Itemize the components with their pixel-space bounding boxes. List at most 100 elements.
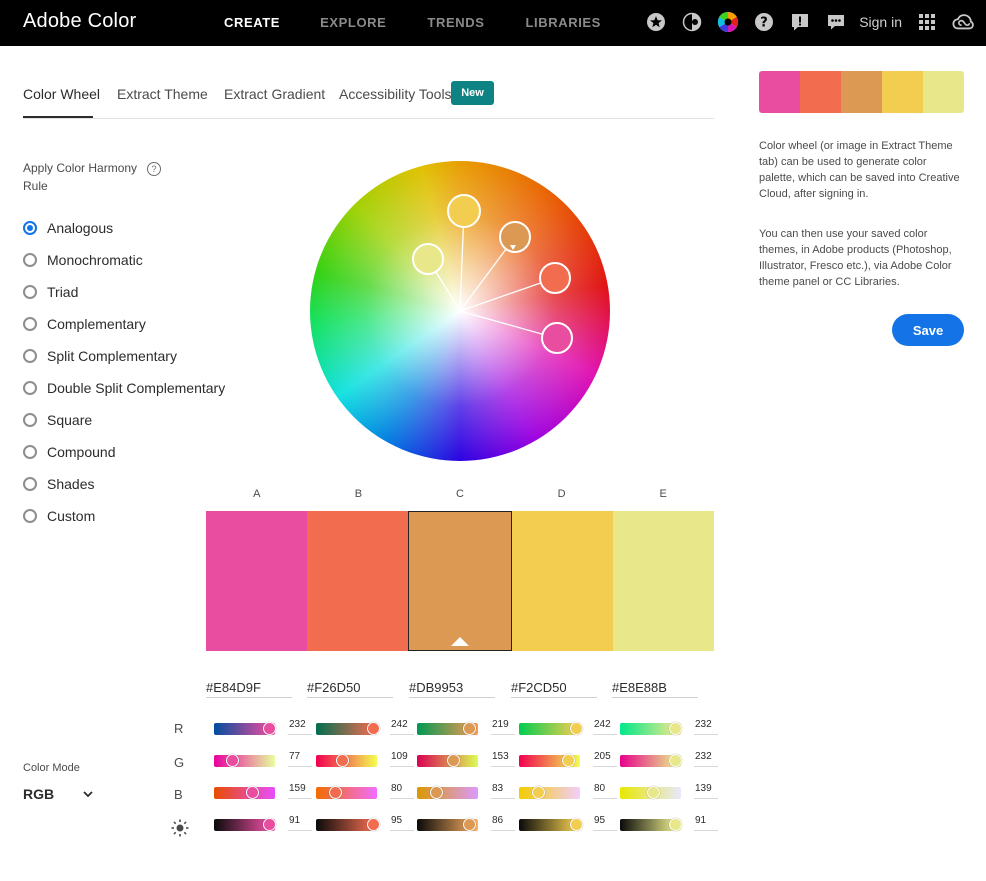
color-wheel-handles[interactable] [310,161,610,461]
tab-extract-gradient[interactable]: Extract Gradient [224,86,325,102]
tab-color-wheel[interactable]: Color Wheel [23,86,100,102]
slider-g-c[interactable] [417,754,478,767]
contrast-icon[interactable] [681,11,703,33]
slider-knob[interactable] [430,786,444,799]
color-wheel-icon[interactable] [717,11,739,33]
slider-knob[interactable] [462,818,476,831]
channel-value-input[interactable]: 219 [491,719,515,735]
sign-in-link[interactable]: Sign in [859,14,902,30]
slider-brightness-d[interactable] [519,818,584,831]
chevron-down-icon[interactable] [82,787,94,805]
channel-value-input[interactable]: 109 [390,751,414,767]
harmony-rule-square[interactable]: Square [23,404,225,436]
radio-button[interactable] [23,317,37,331]
slider-knob[interactable] [328,786,342,799]
channel-value-input[interactable]: 205 [593,751,617,767]
tab-extract-theme[interactable]: Extract Theme [117,86,208,102]
radio-button[interactable] [23,445,37,459]
radio-button[interactable] [23,285,37,299]
nav-create[interactable]: CREATE [224,15,280,30]
slider-knob[interactable] [225,754,239,767]
hex-input-d[interactable] [511,677,597,698]
tab-accessibility-tools[interactable]: Accessibility Tools [339,86,452,102]
channel-value-input[interactable]: 139 [694,783,718,799]
color-wheel[interactable] [310,161,610,461]
slider-g-e[interactable] [620,754,682,767]
star-icon[interactable] [645,11,667,33]
channel-value-input[interactable]: 83 [491,783,515,799]
channel-value-input[interactable]: 232 [694,719,718,735]
slider-brightness-a[interactable] [214,818,276,831]
apps-grid-icon[interactable] [916,11,938,33]
slider-brightness-c[interactable] [417,818,478,831]
channel-value-input[interactable]: 86 [491,815,515,831]
channel-value-input[interactable]: 242 [593,719,617,735]
channel-value-input[interactable]: 91 [694,815,718,831]
slider-knob[interactable] [447,754,461,767]
channel-value-input[interactable]: 153 [491,751,515,767]
slider-brightness-e[interactable] [620,818,682,831]
slider-knob[interactable] [335,754,349,767]
slider-knob[interactable] [570,818,584,831]
channel-value-input[interactable]: 159 [288,783,312,799]
brand-logo[interactable]: Adobe Color [23,10,136,33]
channel-value-input[interactable]: 95 [593,815,617,831]
slider-r-b[interactable] [316,722,381,735]
channel-value-input[interactable]: 77 [288,751,312,767]
radio-button[interactable] [23,413,37,427]
channel-value-input[interactable]: 232 [288,719,312,735]
slider-knob[interactable] [245,786,259,799]
slider-knob[interactable] [531,786,545,799]
slider-g-a[interactable] [214,754,275,767]
harmony-rule-compound[interactable]: Compound [23,436,225,468]
save-button[interactable]: Save [892,314,964,346]
channel-value-input[interactable]: 242 [390,719,414,735]
hex-input-e[interactable] [612,677,698,698]
slider-knob[interactable] [668,722,682,735]
radio-button[interactable] [23,349,37,363]
chat-icon[interactable] [825,11,847,33]
help-icon[interactable]: ? [753,11,775,33]
slider-g-b[interactable] [316,754,377,767]
swatch-c[interactable] [408,511,512,651]
radio-button[interactable] [23,477,37,491]
slider-knob[interactable] [367,818,381,831]
slider-g-d[interactable] [519,754,580,767]
slider-r-c[interactable] [417,722,478,735]
harmony-rule-monochromatic[interactable]: Monochromatic [23,244,225,276]
slider-knob[interactable] [668,754,682,767]
channel-value-input[interactable]: 95 [390,815,414,831]
slider-knob[interactable] [367,722,381,735]
nav-trends[interactable]: TRENDS [427,15,484,30]
harmony-rule-split-complementary[interactable]: Split Complementary [23,340,225,372]
slider-brightness-b[interactable] [316,818,381,831]
nav-explore[interactable]: EXPLORE [320,15,386,30]
channel-value-input[interactable]: 91 [288,815,312,831]
slider-r-a[interactable] [214,722,276,735]
harmony-rule-complementary[interactable]: Complementary [23,308,225,340]
channel-value-input[interactable]: 232 [694,751,718,767]
slider-b-d[interactable] [519,786,580,799]
feedback-icon[interactable] [789,11,811,33]
slider-b-a[interactable] [214,786,275,799]
slider-knob[interactable] [561,754,575,767]
channel-value-input[interactable]: 80 [593,783,617,799]
slider-knob[interactable] [570,722,584,735]
swatch-a[interactable] [206,511,308,651]
creative-cloud-icon[interactable] [952,11,974,33]
harmony-rule-shades[interactable]: Shades [23,468,225,500]
slider-knob[interactable] [669,818,682,831]
harmony-rule-custom[interactable]: Custom [23,500,225,532]
slider-knob[interactable] [262,722,276,735]
harmony-rule-double-split-complementary[interactable]: Double Split Complementary [23,372,225,404]
radio-button[interactable] [23,509,37,523]
slider-b-e[interactable] [620,786,681,799]
hex-input-a[interactable] [206,677,292,698]
slider-b-b[interactable] [316,786,377,799]
swatch-b[interactable] [307,511,409,651]
radio-button[interactable] [23,221,37,235]
harmony-rule-triad[interactable]: Triad [23,276,225,308]
slider-knob[interactable] [462,722,476,735]
hex-input-c[interactable] [409,677,495,698]
nav-libraries[interactable]: LIBRARIES [525,15,600,30]
